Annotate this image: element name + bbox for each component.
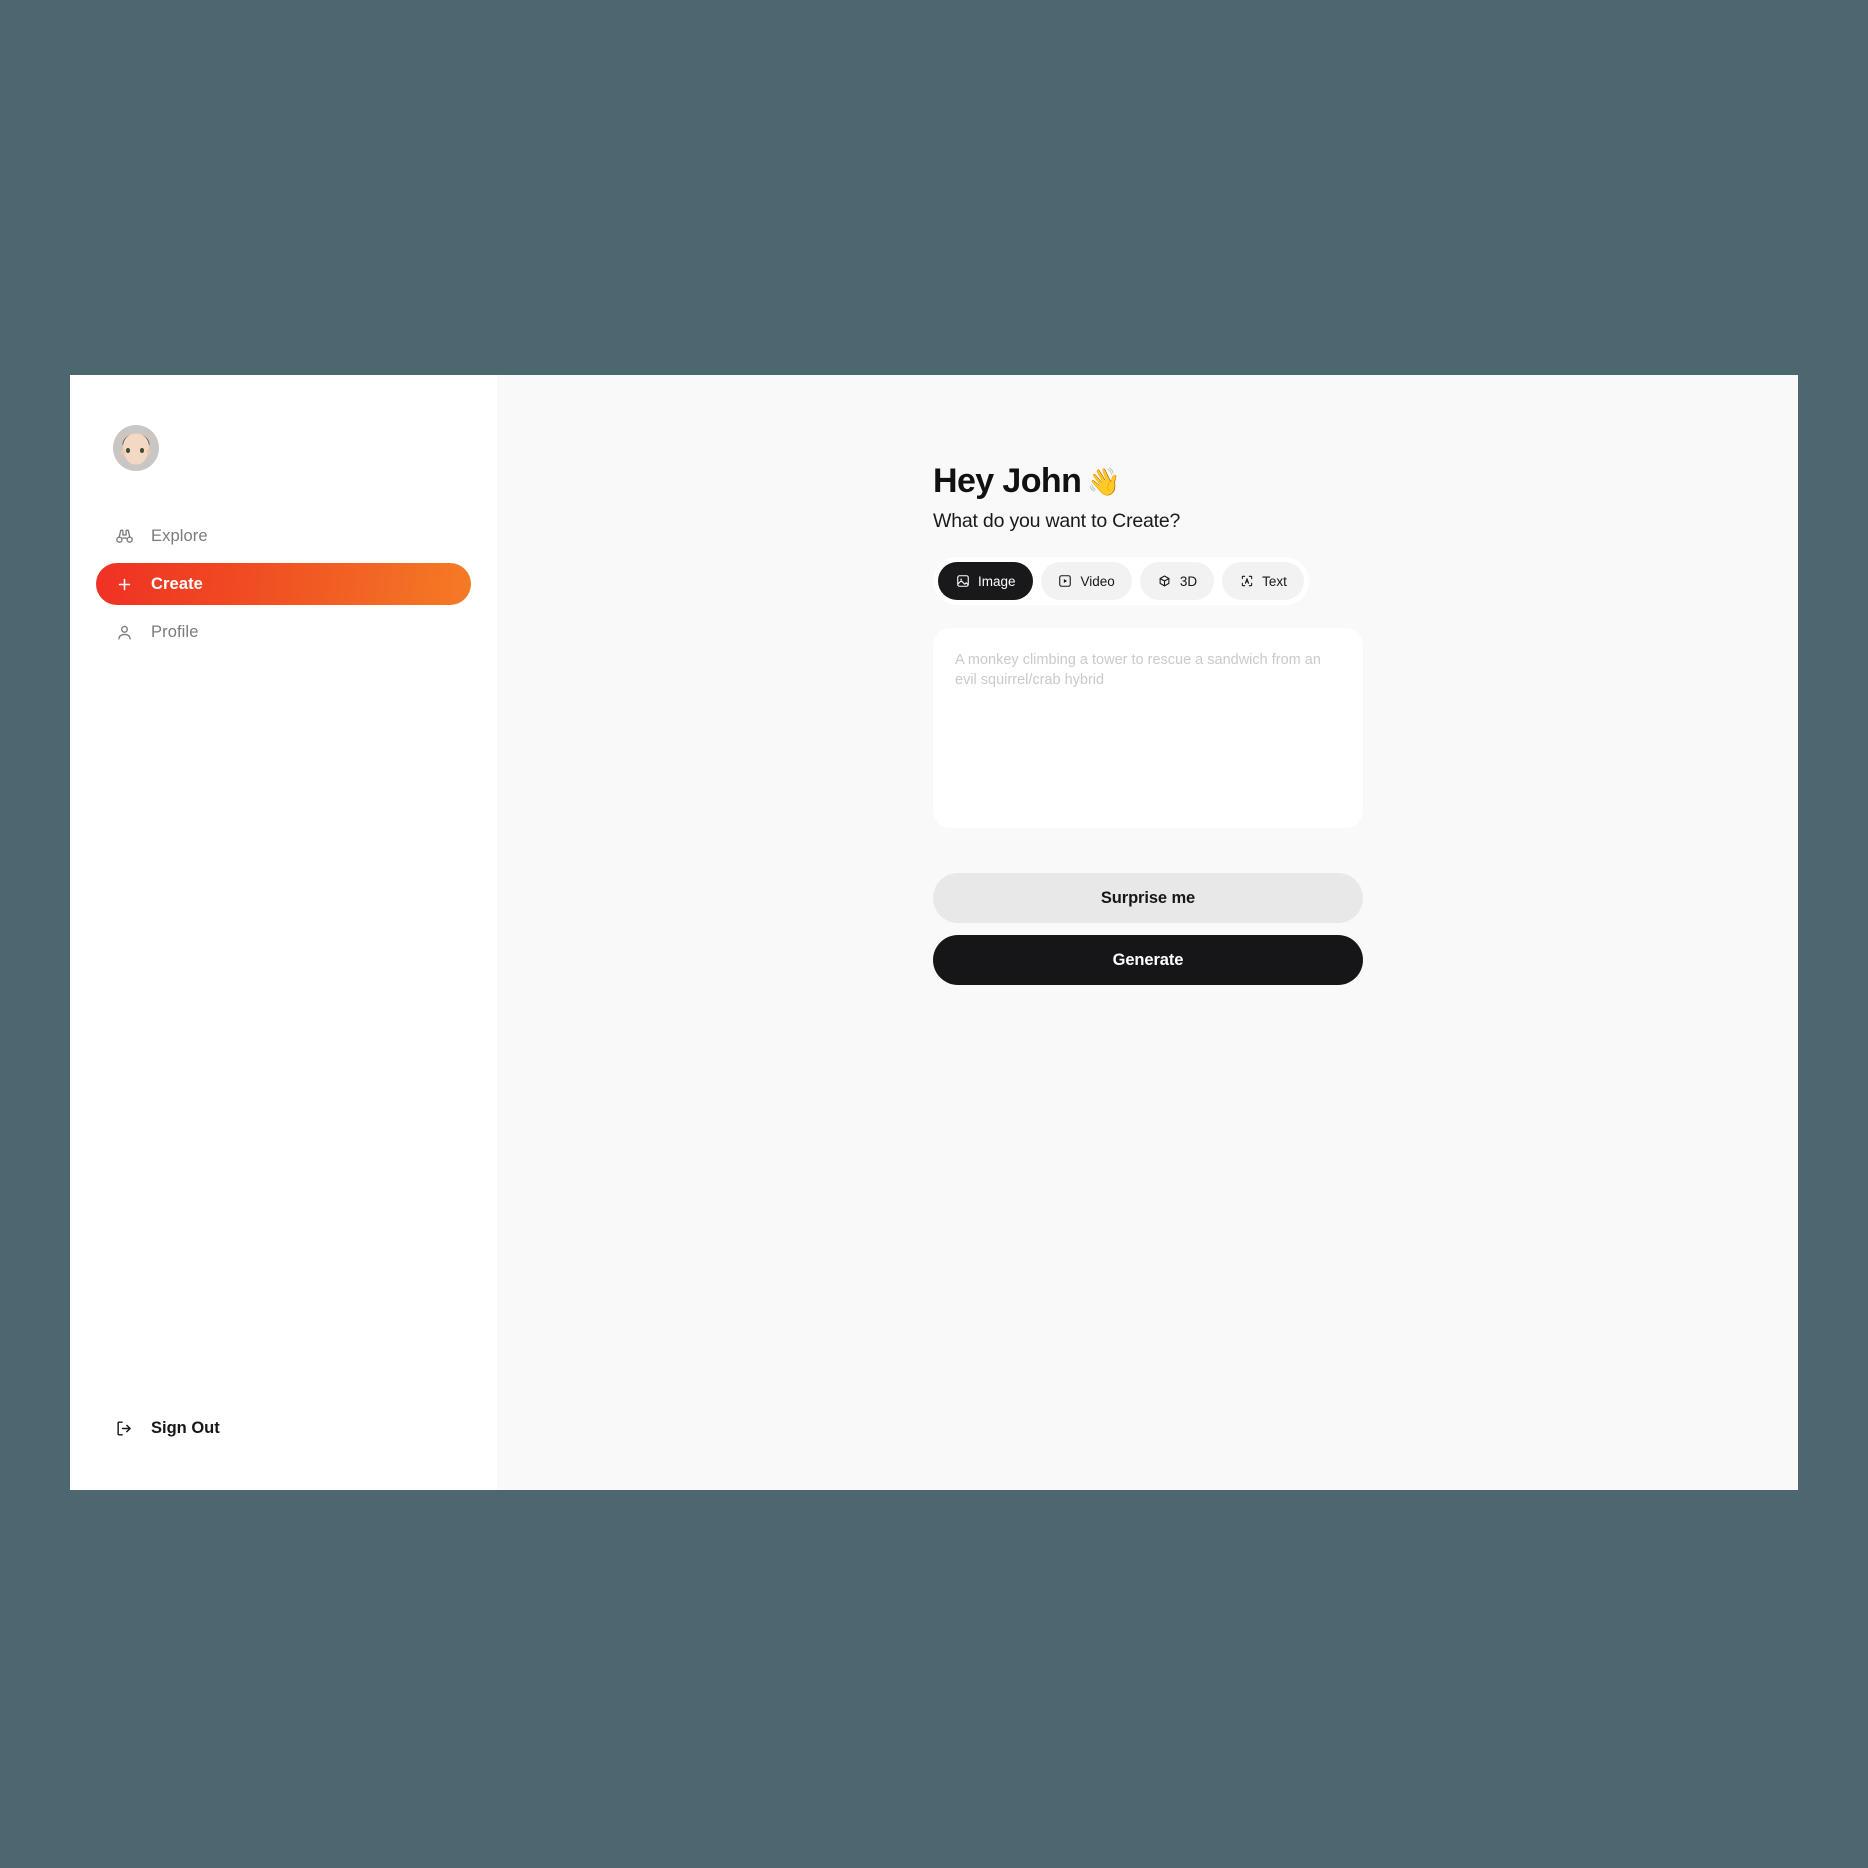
greeting-text: Hey John — [933, 462, 1082, 500]
logout-icon — [115, 1419, 134, 1438]
waving-hand-icon: 👋 — [1087, 466, 1121, 497]
tab-text[interactable]: Text — [1222, 562, 1304, 600]
person-icon — [115, 623, 134, 642]
text-frame-icon — [1239, 574, 1254, 589]
sidebar-item-profile[interactable]: Profile — [96, 611, 471, 653]
tab-video[interactable]: Video — [1040, 562, 1132, 600]
main-content: Hey John 👋 What do you want to Create? I… — [497, 375, 1798, 1490]
prompt-input[interactable] — [955, 650, 1341, 806]
prompt-container — [933, 628, 1363, 828]
sidebar-item-label: Profile — [151, 622, 199, 641]
tab-image[interactable]: Image — [938, 562, 1033, 600]
sidebar-nav: Explore Create Profile — [96, 515, 471, 653]
avatar-eye-left — [126, 448, 130, 453]
app-window: Explore Create Profile Sign Out Hey John… — [70, 375, 1798, 1490]
tab-label: Text — [1262, 573, 1287, 589]
tab-label: 3D — [1179, 573, 1198, 589]
avatar-ear-right — [147, 448, 151, 455]
create-panel: Hey John 👋 What do you want to Create? I… — [933, 462, 1363, 828]
tab-3d[interactable]: 3D — [1139, 562, 1215, 600]
plus-icon — [115, 575, 134, 594]
tab-label: Video — [1080, 573, 1115, 589]
sign-out-label: Sign Out — [151, 1419, 220, 1437]
action-buttons: Surprise me Generate — [933, 873, 1363, 985]
avatar[interactable] — [113, 425, 159, 471]
tab-label: Image — [978, 573, 1016, 589]
avatar-ear-left — [121, 448, 125, 455]
sidebar-item-label: Create — [151, 574, 203, 593]
surprise-me-button[interactable]: Surprise me — [933, 873, 1363, 923]
page-title: Hey John 👋 — [933, 462, 1363, 501]
video-icon — [1058, 574, 1073, 589]
sidebar: Explore Create Profile Sign Out — [70, 375, 497, 1490]
sidebar-item-label: Explore — [151, 526, 208, 545]
cube-icon — [1157, 574, 1172, 589]
sign-out-button[interactable]: Sign Out — [96, 1419, 239, 1438]
image-icon — [955, 574, 970, 589]
avatar-eye-right — [140, 448, 144, 453]
page-subtitle: What do you want to Create? — [933, 510, 1181, 532]
mode-tabs: Image Video 3D Text — [933, 557, 1309, 605]
sidebar-item-explore[interactable]: Explore — [96, 515, 471, 557]
binoculars-icon — [115, 527, 134, 546]
sidebar-item-create[interactable]: Create — [96, 563, 471, 605]
generate-button[interactable]: Generate — [933, 935, 1363, 985]
